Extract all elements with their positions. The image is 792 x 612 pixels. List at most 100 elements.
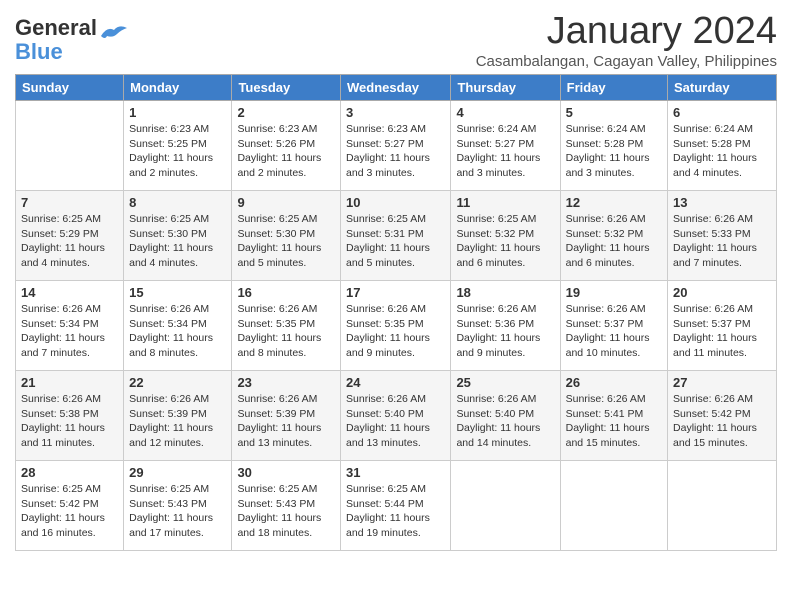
calendar-week-3: 14 Sunrise: 6:26 AM Sunset: 5:34 PM Dayli… [16, 281, 777, 371]
day-number: 29 [129, 465, 226, 480]
calendar-cell: 4 Sunrise: 6:24 AM Sunset: 5:27 PM Daylig… [451, 101, 560, 191]
header-friday: Friday [560, 75, 667, 101]
day-info: Sunrise: 6:25 AM Sunset: 5:31 PM Dayligh… [346, 212, 445, 271]
day-info: Sunrise: 6:26 AM Sunset: 5:42 PM Dayligh… [673, 392, 771, 451]
calendar-cell: 7 Sunrise: 6:25 AM Sunset: 5:29 PM Daylig… [16, 191, 124, 281]
day-number: 17 [346, 285, 445, 300]
calendar-week-4: 21 Sunrise: 6:26 AM Sunset: 5:38 PM Dayli… [16, 371, 777, 461]
day-number: 2 [237, 105, 335, 120]
day-info: Sunrise: 6:26 AM Sunset: 5:33 PM Dayligh… [673, 212, 771, 271]
calendar-week-5: 28Sunrise: 6:25 AM Sunset: 5:42 PM Dayli… [16, 461, 777, 551]
logo-bird-icon [99, 22, 129, 49]
calendar-cell: 18Sunrise: 6:26 AM Sunset: 5:36 PM Dayli… [451, 281, 560, 371]
calendar-cell [16, 101, 124, 191]
day-info: Sunrise: 6:25 AM Sunset: 5:32 PM Dayligh… [456, 212, 554, 271]
calendar-cell: 5 Sunrise: 6:24 AM Sunset: 5:28 PM Daylig… [560, 101, 667, 191]
day-number: 4 [456, 105, 554, 120]
day-info: Sunrise: 6:24 AM Sunset: 5:28 PM Dayligh… [566, 122, 662, 181]
day-number: 11 [456, 195, 554, 210]
day-number: 1 [129, 105, 226, 120]
logo: GeneralBlue [15, 16, 129, 64]
day-info: Sunrise: 6:25 AM Sunset: 5:42 PM Dayligh… [21, 482, 118, 541]
header-wednesday: Wednesday [341, 75, 451, 101]
calendar-cell: 1Sunrise: 6:23 AM Sunset: 5:25 PM Daylig… [124, 101, 232, 191]
calendar-cell: 6Sunrise: 6:24 AM Sunset: 5:28 PM Daylig… [668, 101, 777, 191]
day-info: Sunrise: 6:26 AM Sunset: 5:34 PM Dayligh… [21, 302, 118, 361]
day-info: Sunrise: 6:26 AM Sunset: 5:41 PM Dayligh… [566, 392, 662, 451]
calendar-cell [451, 461, 560, 551]
calendar-cell: 2Sunrise: 6:23 AM Sunset: 5:26 PM Daylig… [232, 101, 341, 191]
day-info: Sunrise: 6:26 AM Sunset: 5:39 PM Dayligh… [129, 392, 226, 451]
calendar-cell: 31 Sunrise: 6:25 AM Sunset: 5:44 PM Dayli… [341, 461, 451, 551]
day-number: 16 [237, 285, 335, 300]
calendar-cell: 22 Sunrise: 6:26 AM Sunset: 5:39 PM Dayli… [124, 371, 232, 461]
header-tuesday: Tuesday [232, 75, 341, 101]
calendar-cell [668, 461, 777, 551]
day-info: Sunrise: 6:26 AM Sunset: 5:39 PM Dayligh… [237, 392, 335, 451]
calendar-cell: 12 Sunrise: 6:26 AM Sunset: 5:32 PM Dayli… [560, 191, 667, 281]
day-number: 3 [346, 105, 445, 120]
day-number: 24 [346, 375, 445, 390]
location-title: Casambalangan, Cagayan Valley, Philippin… [476, 53, 777, 70]
calendar-cell: 21 Sunrise: 6:26 AM Sunset: 5:38 PM Dayli… [16, 371, 124, 461]
day-info: Sunrise: 6:25 AM Sunset: 5:29 PM Dayligh… [21, 212, 118, 271]
calendar-week-1: 1Sunrise: 6:23 AM Sunset: 5:25 PM Daylig… [16, 101, 777, 191]
day-info: Sunrise: 6:25 AM Sunset: 5:30 PM Dayligh… [129, 212, 226, 271]
calendar-table: SundayMondayTuesdayWednesdayThursdayFrid… [15, 74, 777, 551]
logo-text: GeneralBlue [15, 16, 97, 64]
calendar-cell: 23 Sunrise: 6:26 AM Sunset: 5:39 PM Dayli… [232, 371, 341, 461]
calendar-cell: 30Sunrise: 6:25 AM Sunset: 5:43 PM Dayli… [232, 461, 341, 551]
title-block: January 2024 Casambalangan, Cagayan Vall… [476, 10, 777, 70]
day-number: 5 [566, 105, 662, 120]
calendar-cell: 19Sunrise: 6:26 AM Sunset: 5:37 PM Dayli… [560, 281, 667, 371]
day-number: 19 [566, 285, 662, 300]
day-info: Sunrise: 6:25 AM Sunset: 5:43 PM Dayligh… [237, 482, 335, 541]
header-sunday: Sunday [16, 75, 124, 101]
day-info: Sunrise: 6:25 AM Sunset: 5:43 PM Dayligh… [129, 482, 226, 541]
page-header: GeneralBlue January 2024 Casambalangan, … [15, 10, 777, 70]
calendar-cell: 24 Sunrise: 6:26 AM Sunset: 5:40 PM Dayli… [341, 371, 451, 461]
day-info: Sunrise: 6:26 AM Sunset: 5:35 PM Dayligh… [237, 302, 335, 361]
calendar-cell: 20 Sunrise: 6:26 AM Sunset: 5:37 PM Dayli… [668, 281, 777, 371]
header-monday: Monday [124, 75, 232, 101]
calendar-cell: 29 Sunrise: 6:25 AM Sunset: 5:43 PM Dayli… [124, 461, 232, 551]
day-number: 7 [21, 195, 118, 210]
calendar-cell: 17Sunrise: 6:26 AM Sunset: 5:35 PM Dayli… [341, 281, 451, 371]
calendar-cell: 25 Sunrise: 6:26 AM Sunset: 5:40 PM Dayli… [451, 371, 560, 461]
calendar-cell: 27 Sunrise: 6:26 AM Sunset: 5:42 PM Dayli… [668, 371, 777, 461]
header-saturday: Saturday [668, 75, 777, 101]
calendar-cell: 16 Sunrise: 6:26 AM Sunset: 5:35 PM Dayli… [232, 281, 341, 371]
day-info: Sunrise: 6:26 AM Sunset: 5:40 PM Dayligh… [456, 392, 554, 451]
day-info: Sunrise: 6:25 AM Sunset: 5:30 PM Dayligh… [237, 212, 335, 271]
day-number: 23 [237, 375, 335, 390]
calendar-cell: 11 Sunrise: 6:25 AM Sunset: 5:32 PM Dayli… [451, 191, 560, 281]
day-info: Sunrise: 6:23 AM Sunset: 5:27 PM Dayligh… [346, 122, 445, 181]
calendar-cell: 9Sunrise: 6:25 AM Sunset: 5:30 PM Daylig… [232, 191, 341, 281]
calendar-cell: 14 Sunrise: 6:26 AM Sunset: 5:34 PM Dayli… [16, 281, 124, 371]
day-number: 6 [673, 105, 771, 120]
day-info: Sunrise: 6:26 AM Sunset: 5:34 PM Dayligh… [129, 302, 226, 361]
day-number: 22 [129, 375, 226, 390]
calendar-cell: 26Sunrise: 6:26 AM Sunset: 5:41 PM Dayli… [560, 371, 667, 461]
day-info: Sunrise: 6:25 AM Sunset: 5:44 PM Dayligh… [346, 482, 445, 541]
day-number: 10 [346, 195, 445, 210]
day-number: 20 [673, 285, 771, 300]
day-number: 31 [346, 465, 445, 480]
day-number: 14 [21, 285, 118, 300]
day-info: Sunrise: 6:26 AM Sunset: 5:32 PM Dayligh… [566, 212, 662, 271]
day-number: 21 [21, 375, 118, 390]
day-number: 27 [673, 375, 771, 390]
header-thursday: Thursday [451, 75, 560, 101]
day-number: 12 [566, 195, 662, 210]
day-info: Sunrise: 6:26 AM Sunset: 5:40 PM Dayligh… [346, 392, 445, 451]
calendar-cell: 10 Sunrise: 6:25 AM Sunset: 5:31 PM Dayli… [341, 191, 451, 281]
calendar-cell [560, 461, 667, 551]
day-info: Sunrise: 6:24 AM Sunset: 5:27 PM Dayligh… [456, 122, 554, 181]
calendar-header-row: SundayMondayTuesdayWednesdayThursdayFrid… [16, 75, 777, 101]
calendar-cell: 28Sunrise: 6:25 AM Sunset: 5:42 PM Dayli… [16, 461, 124, 551]
day-info: Sunrise: 6:26 AM Sunset: 5:38 PM Dayligh… [21, 392, 118, 451]
day-info: Sunrise: 6:26 AM Sunset: 5:37 PM Dayligh… [673, 302, 771, 361]
day-number: 8 [129, 195, 226, 210]
month-title: January 2024 [476, 10, 777, 53]
day-number: 25 [456, 375, 554, 390]
